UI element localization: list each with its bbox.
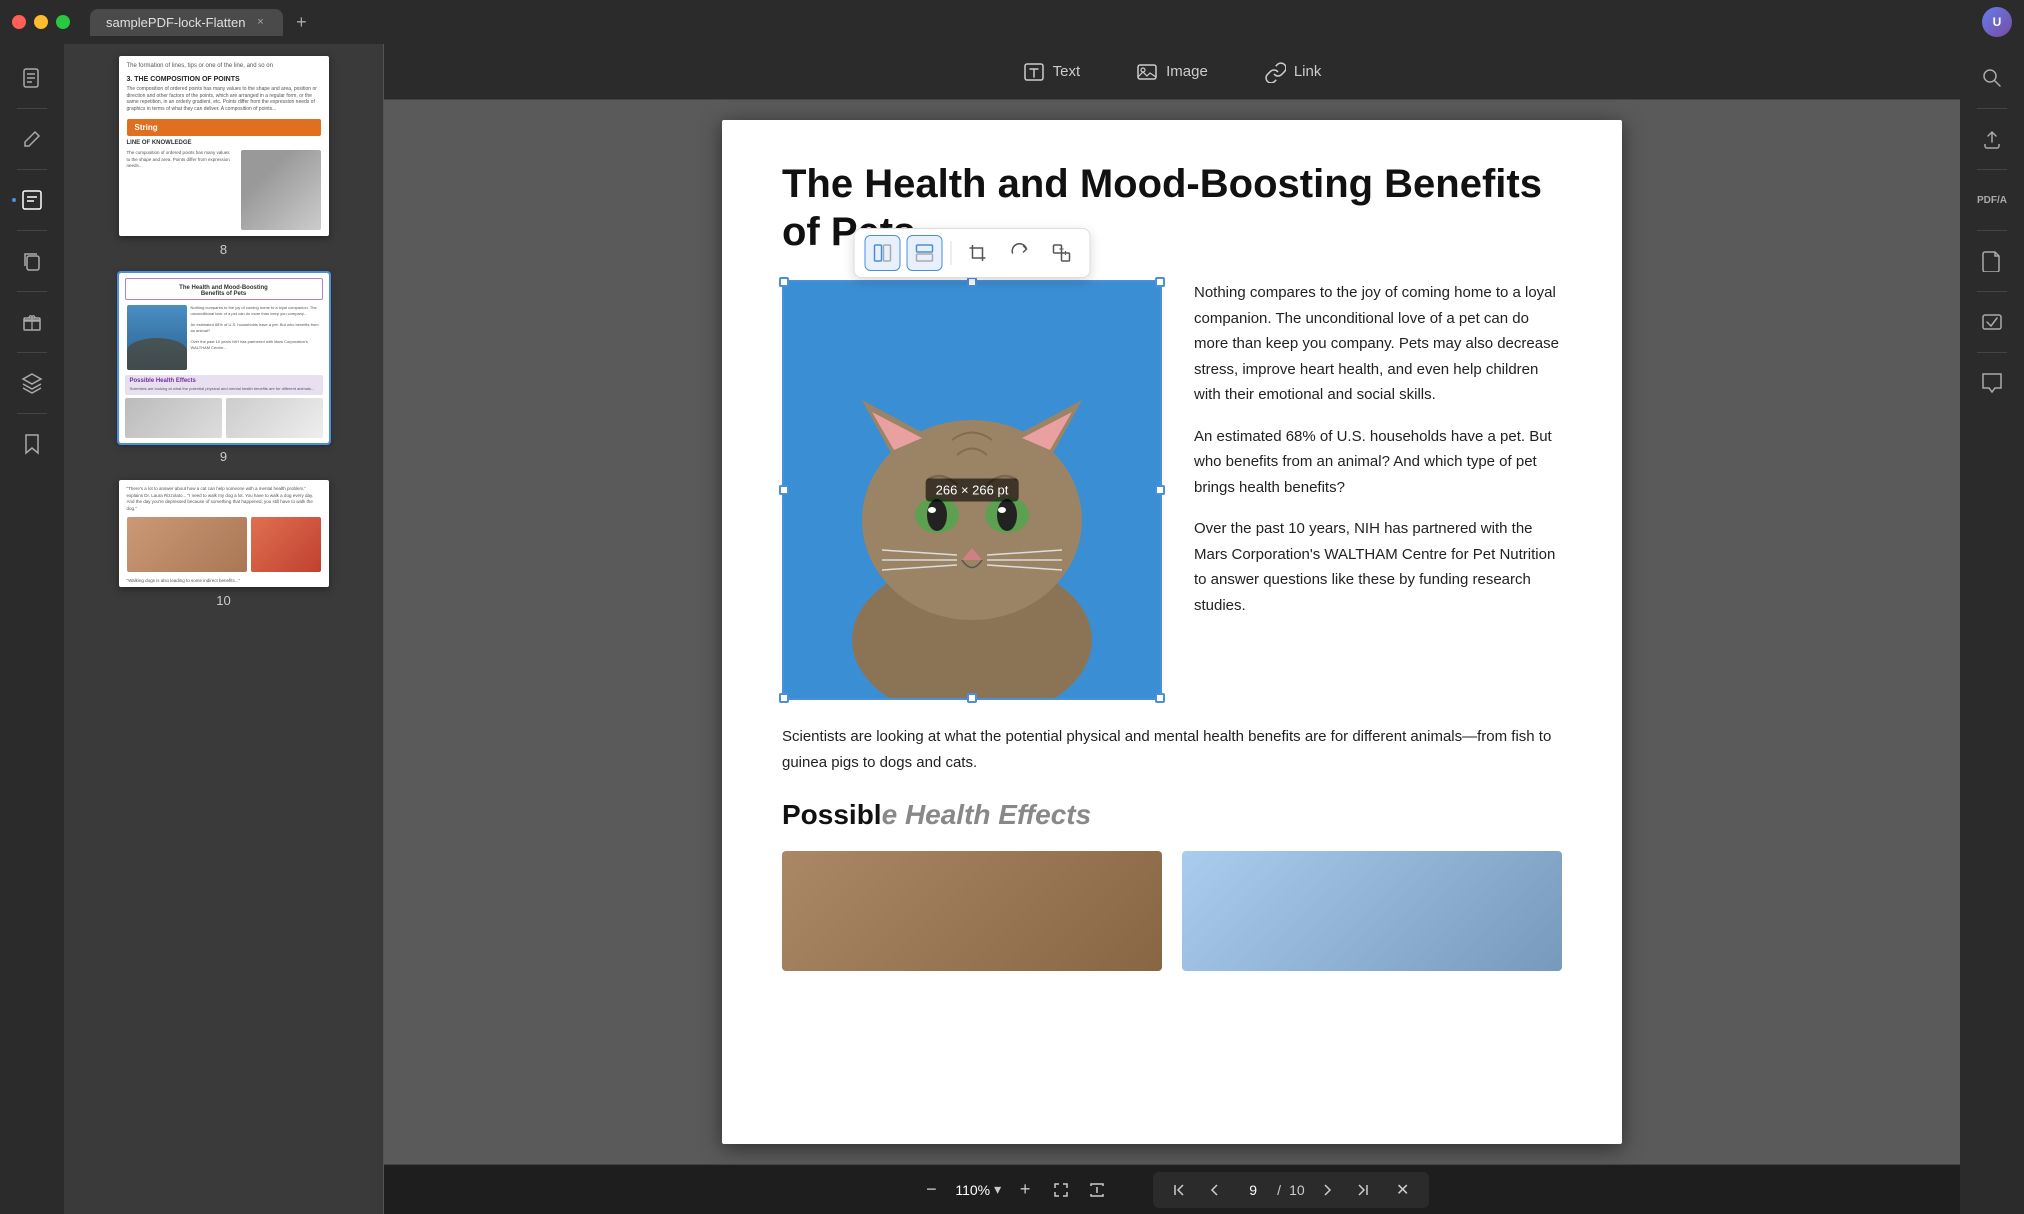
page-total: 10: [1289, 1182, 1305, 1198]
new-tab-button[interactable]: +: [287, 8, 315, 36]
thumbnail-panel[interactable]: The formation of lines, tips or one of t…: [64, 44, 384, 1214]
thumb-label-10: 10: [216, 593, 230, 608]
top-toolbar: Text Image: [384, 44, 1960, 100]
zoom-value-display: 110% ▾: [951, 1181, 1005, 1198]
article-para-3: Over the past 10 years, NIH has partnere…: [1194, 516, 1562, 618]
image-tool-label: Image: [1166, 63, 1208, 80]
zoom-dropdown-arrow[interactable]: ▾: [994, 1181, 1001, 1198]
sidebar-item-edit[interactable]: [10, 117, 54, 161]
zoom-decrease-button[interactable]: −: [915, 1174, 947, 1206]
right-divider-5: [1977, 352, 2007, 353]
zoom-percentage: 110%: [955, 1182, 990, 1198]
search-right-icon[interactable]: [1970, 56, 2014, 100]
text-tool-icon: [1023, 61, 1045, 83]
title-bar: samplePDF-lock-Flatten × + U: [0, 0, 2024, 44]
sidebar-item-bookmark[interactable]: [10, 422, 54, 466]
page-number-input[interactable]: [1237, 1182, 1269, 1198]
img-toolbar-btn-rotate[interactable]: [1002, 235, 1038, 271]
page-prev-button[interactable]: [1201, 1176, 1229, 1204]
page-nav-close-button[interactable]: ✕: [1389, 1176, 1417, 1204]
thumb-card-8[interactable]: The formation of lines, tips or one of t…: [119, 56, 329, 236]
sidebar-item-notes[interactable]: [10, 56, 54, 100]
cat-image[interactable]: [782, 280, 1162, 700]
article-text: Nothing compares to the joy of coming ho…: [1194, 280, 1562, 700]
sidebar-item-copy[interactable]: [10, 239, 54, 283]
image-tool-icon: [1136, 61, 1158, 83]
sidebar-left: [0, 44, 64, 1214]
right-divider-3: [1977, 230, 2007, 231]
close-window-button[interactable]: [12, 15, 26, 29]
check-right-icon[interactable]: [1970, 300, 2014, 344]
sidebar-divider-5: [17, 352, 47, 353]
sidebar-item-gift[interactable]: [10, 300, 54, 344]
page-next-button[interactable]: [1313, 1176, 1341, 1204]
possible-heading: Possible Health Effects: [782, 799, 1562, 831]
thumbnail-page-9[interactable]: The Health and Mood-BoostingBenefits of …: [119, 273, 329, 464]
file-right-icon[interactable]: [1970, 239, 2014, 283]
main-layout: The formation of lines, tips or one of t…: [0, 44, 2024, 1214]
sidebar-divider-1: [17, 108, 47, 109]
sidebar-divider-6: [17, 413, 47, 414]
thumb-card-9[interactable]: The Health and Mood-BoostingBenefits of …: [119, 273, 329, 443]
image-tool-button[interactable]: Image: [1124, 55, 1220, 89]
active-dot: [12, 198, 16, 202]
tab-pdf[interactable]: samplePDF-lock-Flatten ×: [90, 9, 283, 36]
sidebar-right: PDF/A: [1960, 44, 2024, 1214]
page-canvas: The Health and Mood-Boosting Benefits of…: [722, 120, 1622, 1144]
zoom-control: − 110% ▾ +: [915, 1174, 1113, 1206]
img-toolbar-btn-crop[interactable]: [960, 235, 996, 271]
bottom-toolbar: − 110% ▾ +: [384, 1164, 1960, 1214]
thumb8-string-badge: String: [127, 119, 321, 136]
minimize-window-button[interactable]: [34, 15, 48, 29]
fit-page-button[interactable]: [1045, 1174, 1077, 1206]
img-toolbar-btn-wrap-rect[interactable]: [907, 235, 943, 271]
sidebar-item-layers[interactable]: [10, 361, 54, 405]
thumb-label-8: 8: [220, 242, 227, 257]
fit-width-button[interactable]: [1081, 1174, 1113, 1206]
thumbnail-page-10[interactable]: "There's a lot to answer about how a cat…: [119, 480, 329, 608]
right-divider-2: [1977, 169, 2007, 170]
zoom-increase-button[interactable]: +: [1009, 1174, 1041, 1206]
comment-right-icon[interactable]: [1970, 361, 2014, 405]
right-divider-1: [1977, 108, 2007, 109]
traffic-lights: [12, 15, 70, 29]
text-tool-label: Text: [1053, 63, 1081, 80]
img-toolbar-btn-wrap-square[interactable]: [865, 235, 901, 271]
link-tool-icon: [1264, 61, 1286, 83]
thumb-card-10[interactable]: "There's a lot to answer about how a cat…: [119, 480, 329, 587]
sidebar-divider-4: [17, 291, 47, 292]
sidebar-item-annotate[interactable]: [10, 178, 54, 222]
article-para-1: Nothing compares to the joy of coming ho…: [1194, 280, 1562, 408]
thumb-label-9: 9: [220, 449, 227, 464]
img-toolbar-btn-transform[interactable]: [1044, 235, 1080, 271]
link-tool-button[interactable]: Link: [1252, 55, 1334, 89]
sidebar-divider-2: [17, 169, 47, 170]
thumbnail-page-8[interactable]: The formation of lines, tips or one of t…: [119, 56, 329, 257]
pdf-icon[interactable]: PDF/A: [1970, 178, 2014, 222]
page-last-button[interactable]: [1349, 1176, 1377, 1204]
article-layout: 266 × 266 pt Nothing compares to the joy…: [782, 280, 1562, 700]
page-slash: /: [1277, 1182, 1281, 1198]
tab-close-button[interactable]: ×: [253, 15, 267, 29]
sidebar-divider-3: [17, 230, 47, 231]
page-first-button[interactable]: [1165, 1176, 1193, 1204]
article-para-2: An estimated 68% of U.S. households have…: [1194, 424, 1562, 501]
image-container[interactable]: 266 × 266 pt: [782, 280, 1162, 700]
image-toolbar: [854, 228, 1091, 278]
page-area[interactable]: The Health and Mood-Boosting Benefits of…: [384, 100, 1960, 1164]
maximize-window-button[interactable]: [56, 15, 70, 29]
text-tool-button[interactable]: Text: [1011, 55, 1093, 89]
tab-title: samplePDF-lock-Flatten: [106, 15, 245, 30]
content-area: Text Image: [384, 44, 1960, 1214]
toolbar-divider-1: [951, 241, 952, 265]
right-divider-4: [1977, 291, 2007, 292]
tab-bar: samplePDF-lock-Flatten × +: [90, 8, 1974, 36]
article-footer: Scientists are looking at what the poten…: [782, 724, 1562, 775]
page-navigation: / 10 ✕: [1153, 1172, 1428, 1208]
user-avatar[interactable]: U: [1982, 7, 2012, 37]
upload-right-icon[interactable]: [1970, 117, 2014, 161]
link-tool-label: Link: [1294, 63, 1322, 80]
